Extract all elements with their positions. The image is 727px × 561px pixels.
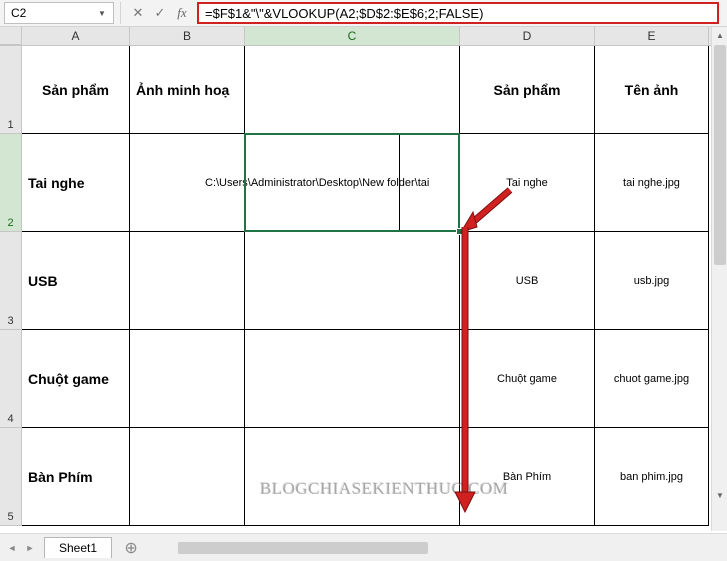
formula-input[interactable]: =$F$1&"\"&VLOOKUP(A2;$D$2:$E$6;2;FALSE) (197, 2, 719, 24)
cell-E5[interactable]: ban phim.jpg (595, 428, 709, 526)
cell-C2[interactable]: C:\Users\Administrator\Desktop\New folde… (185, 134, 400, 232)
cell-E3[interactable]: usb.jpg (595, 232, 709, 330)
name-box-dropdown-icon[interactable]: ▼ (97, 9, 107, 18)
cell-D4[interactable]: Chuột game (460, 330, 595, 428)
col-header-D[interactable]: D (460, 27, 595, 45)
cell-A5[interactable]: Bàn Phím (22, 428, 130, 526)
row-header-3[interactable]: 3 (0, 232, 22, 330)
separator (120, 2, 121, 24)
cell-A1[interactable]: Sản phẩm (22, 46, 130, 134)
cell-B1[interactable]: Ảnh minh hoạ (130, 46, 245, 134)
sheet-area: A B C D E 1 2 3 4 5 Sản phẩm Ảnh minh ho… (0, 27, 727, 531)
enter-button[interactable]: ✓ (149, 2, 171, 24)
sheet-nav-prev-icon[interactable]: ◄ (4, 539, 20, 557)
cell-C3[interactable] (245, 232, 460, 330)
row-headers: 1 2 3 4 5 (0, 46, 22, 526)
row-header-5[interactable]: 5 (0, 428, 22, 526)
sheet-nav: ◄ ► (0, 539, 38, 557)
col-header-C[interactable]: C (245, 27, 460, 45)
row-header-1[interactable]: 1 (0, 46, 22, 134)
vertical-scrollbar[interactable]: ▲ ▼ (711, 27, 727, 531)
cancel-button[interactable]: ✕ (127, 2, 149, 24)
select-all-corner[interactable] (0, 27, 22, 45)
name-box[interactable]: C2 ▼ (4, 2, 114, 24)
column-headers: A B C D E (0, 27, 727, 46)
cell-C1[interactable] (245, 46, 460, 134)
scroll-up-icon[interactable]: ▲ (712, 27, 727, 43)
cell-E1[interactable]: Tên ảnh (595, 46, 709, 134)
scroll-thumb-h[interactable] (178, 542, 428, 554)
cell-C2-value: C:\Users\Administrator\Desktop\New folde… (205, 177, 429, 189)
fx-icon[interactable]: fx (171, 2, 193, 24)
cell-D1[interactable]: Sản phẩm (460, 46, 595, 134)
cell-C5[interactable] (245, 428, 460, 526)
row-header-2[interactable]: 2 (0, 134, 22, 232)
cell-E4[interactable]: chuot game.jpg (595, 330, 709, 428)
cell-E2[interactable]: tai nghe.jpg (595, 134, 709, 232)
cell-grid[interactable]: Sản phẩm Ảnh minh hoạ Sản phẩm Tên ảnh T… (22, 46, 709, 526)
name-box-value: C2 (11, 6, 26, 20)
new-sheet-button[interactable]: ⊕ (120, 537, 142, 559)
cell-A2[interactable]: Tai nghe (22, 134, 130, 232)
row-header-4[interactable]: 4 (0, 330, 22, 428)
cell-B5[interactable] (130, 428, 245, 526)
cell-D5[interactable]: Bàn Phím (460, 428, 595, 526)
cell-D3[interactable]: USB (460, 232, 595, 330)
cell-B4[interactable] (130, 330, 245, 428)
formula-bar: C2 ▼ ✕ ✓ fx =$F$1&"\"&VLOOKUP(A2;$D$2:$E… (0, 0, 727, 27)
cell-C4[interactable] (245, 330, 460, 428)
cell-B3[interactable] (130, 232, 245, 330)
sheet-tab[interactable]: Sheet1 (44, 537, 112, 558)
scroll-down-icon[interactable]: ▼ (712, 487, 727, 503)
cell-A3[interactable]: USB (22, 232, 130, 330)
sheet-nav-next-icon[interactable]: ► (22, 539, 38, 557)
sheet-tab-bar: ◄ ► Sheet1 ⊕ (0, 533, 727, 561)
col-header-E[interactable]: E (595, 27, 709, 45)
col-header-B[interactable]: B (130, 27, 245, 45)
cell-A4[interactable]: Chuột game (22, 330, 130, 428)
col-header-A[interactable]: A (22, 27, 130, 45)
scroll-thumb-v[interactable] (714, 45, 726, 265)
annotation-arrow-2 (450, 227, 480, 517)
formula-text: =$F$1&"\"&VLOOKUP(A2;$D$2:$E$6;2;FALSE) (205, 6, 483, 21)
horizontal-scrollbar[interactable] (162, 540, 709, 556)
